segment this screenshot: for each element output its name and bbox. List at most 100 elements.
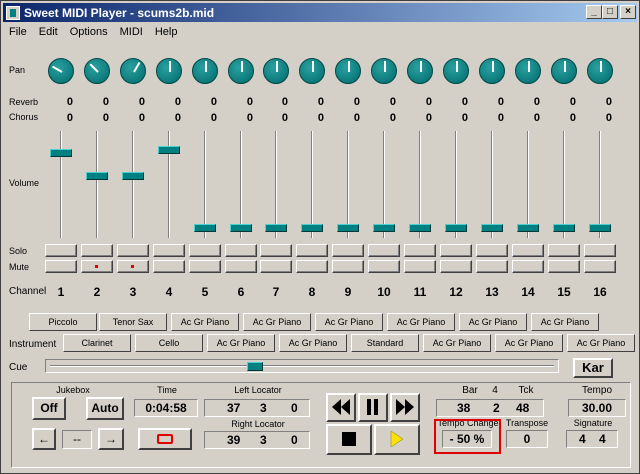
volume-fader-7[interactable] — [265, 224, 287, 232]
chorus-value-5[interactable]: 0 — [189, 112, 221, 125]
reverb-value-12[interactable]: 0 — [440, 96, 472, 109]
reverb-value-2[interactable]: 0 — [81, 96, 113, 109]
play-button[interactable] — [374, 424, 420, 455]
menu-file[interactable]: File — [3, 24, 33, 42]
pan-knob-16[interactable] — [587, 58, 613, 84]
mute-button-1[interactable] — [45, 260, 77, 273]
instrument-button-14[interactable]: Ac Gr Piano — [495, 334, 563, 352]
mute-button-16[interactable] — [584, 260, 616, 273]
solo-button-13[interactable] — [476, 244, 508, 257]
volume-fader-11[interactable] — [409, 224, 431, 232]
mute-button-9[interactable] — [332, 260, 364, 273]
menu-help[interactable]: Help — [149, 24, 184, 42]
stop-button[interactable] — [326, 424, 372, 455]
pan-knob-7[interactable] — [263, 58, 289, 84]
mute-button-5[interactable] — [189, 260, 221, 273]
reverb-value-11[interactable]: 0 — [404, 96, 436, 109]
mute-button-14[interactable] — [512, 260, 544, 273]
reverb-value-6[interactable]: 0 — [225, 96, 257, 109]
pause-button[interactable] — [358, 393, 388, 422]
solo-button-7[interactable] — [260, 244, 292, 257]
chorus-value-11[interactable]: 0 — [404, 112, 436, 125]
volume-fader-2[interactable] — [86, 172, 108, 180]
chorus-value-2[interactable]: 0 — [81, 112, 113, 125]
mute-button-2[interactable] — [81, 260, 113, 273]
solo-button-14[interactable] — [512, 244, 544, 257]
chorus-value-16[interactable]: 0 — [584, 112, 616, 125]
pan-knob-3[interactable] — [120, 58, 146, 84]
minimize-button[interactable]: _ — [586, 5, 602, 19]
reverb-value-16[interactable]: 0 — [584, 96, 616, 109]
pan-knob-9[interactable] — [335, 58, 361, 84]
close-button[interactable]: × — [620, 5, 636, 19]
rewind-button[interactable] — [326, 393, 356, 422]
chorus-value-4[interactable]: 0 — [153, 112, 185, 125]
reverb-value-14[interactable]: 0 — [512, 96, 544, 109]
volume-fader-9[interactable] — [337, 224, 359, 232]
instrument-button-10[interactable]: Standard — [351, 334, 419, 352]
reverb-value-15[interactable]: 0 — [548, 96, 580, 109]
instrument-button-12[interactable]: Ac Gr Piano — [423, 334, 491, 352]
maximize-button[interactable]: □ — [602, 5, 618, 19]
jukebox-prev-button[interactable]: ← — [32, 428, 56, 450]
solo-button-16[interactable] — [584, 244, 616, 257]
instrument-button-5[interactable]: Ac Gr Piano — [171, 313, 239, 331]
menu-midi[interactable]: MIDI — [114, 24, 149, 42]
reverb-value-9[interactable]: 0 — [332, 96, 364, 109]
mute-button-8[interactable] — [296, 260, 328, 273]
mute-button-4[interactable] — [153, 260, 185, 273]
transpose-display[interactable]: 0 — [506, 430, 548, 448]
chorus-value-8[interactable]: 0 — [296, 112, 328, 125]
chorus-value-6[interactable]: 0 — [225, 112, 257, 125]
solo-button-10[interactable] — [368, 244, 400, 257]
volume-fader-10[interactable] — [373, 224, 395, 232]
pan-knob-1[interactable] — [48, 58, 74, 84]
pan-knob-5[interactable] — [192, 58, 218, 84]
instrument-button-16[interactable]: Ac Gr Piano — [567, 334, 635, 352]
reverb-value-5[interactable]: 0 — [189, 96, 221, 109]
chorus-value-1[interactable]: 0 — [45, 112, 77, 125]
instrument-button-3[interactable]: Tenor Sax — [99, 313, 167, 331]
chorus-value-7[interactable]: 0 — [260, 112, 292, 125]
reverb-value-4[interactable]: 0 — [153, 96, 185, 109]
solo-button-3[interactable] — [117, 244, 149, 257]
mute-button-6[interactable] — [225, 260, 257, 273]
volume-fader-5[interactable] — [194, 224, 216, 232]
tempo-display[interactable]: 30.00 — [568, 399, 626, 417]
jukebox-next-button[interactable]: → — [98, 428, 124, 450]
mute-button-12[interactable] — [440, 260, 472, 273]
solo-button-15[interactable] — [548, 244, 580, 257]
reverb-value-7[interactable]: 0 — [260, 96, 292, 109]
mute-button-15[interactable] — [548, 260, 580, 273]
mute-button-13[interactable] — [476, 260, 508, 273]
pan-knob-11[interactable] — [407, 58, 433, 84]
right-locator-display[interactable]: 39 3 0 — [204, 431, 310, 449]
instrument-button-13[interactable]: Ac Gr Piano — [459, 313, 527, 331]
jukebox-off-button[interactable]: Off — [32, 397, 66, 420]
loop-button[interactable] — [138, 428, 192, 450]
pan-knob-15[interactable] — [551, 58, 577, 84]
instrument-button-9[interactable]: Ac Gr Piano — [315, 313, 383, 331]
left-locator-display[interactable]: 37 3 0 — [204, 399, 310, 417]
chorus-value-9[interactable]: 0 — [332, 112, 364, 125]
instrument-button-2[interactable]: Clarinet — [63, 334, 131, 352]
chorus-value-3[interactable]: 0 — [117, 112, 149, 125]
chorus-value-12[interactable]: 0 — [440, 112, 472, 125]
instrument-button-15[interactable]: Ac Gr Piano — [531, 313, 599, 331]
pan-knob-14[interactable] — [515, 58, 541, 84]
instrument-button-4[interactable]: Cello — [135, 334, 203, 352]
title-bar[interactable]: Sweet MIDI Player - scums2b.mid _ □ × — [3, 3, 637, 22]
cue-slider[interactable] — [45, 359, 559, 373]
mute-button-3[interactable] — [117, 260, 149, 273]
solo-button-9[interactable] — [332, 244, 364, 257]
volume-fader-15[interactable] — [553, 224, 575, 232]
volume-fader-3[interactable] — [122, 172, 144, 180]
pan-knob-12[interactable] — [443, 58, 469, 84]
mute-button-7[interactable] — [260, 260, 292, 273]
app-icon[interactable] — [6, 5, 20, 20]
volume-fader-13[interactable] — [481, 224, 503, 232]
instrument-button-7[interactable]: Ac Gr Piano — [243, 313, 311, 331]
instrument-button-6[interactable]: Ac Gr Piano — [207, 334, 275, 352]
instrument-button-1[interactable]: Piccolo — [29, 313, 97, 331]
chorus-value-13[interactable]: 0 — [476, 112, 508, 125]
